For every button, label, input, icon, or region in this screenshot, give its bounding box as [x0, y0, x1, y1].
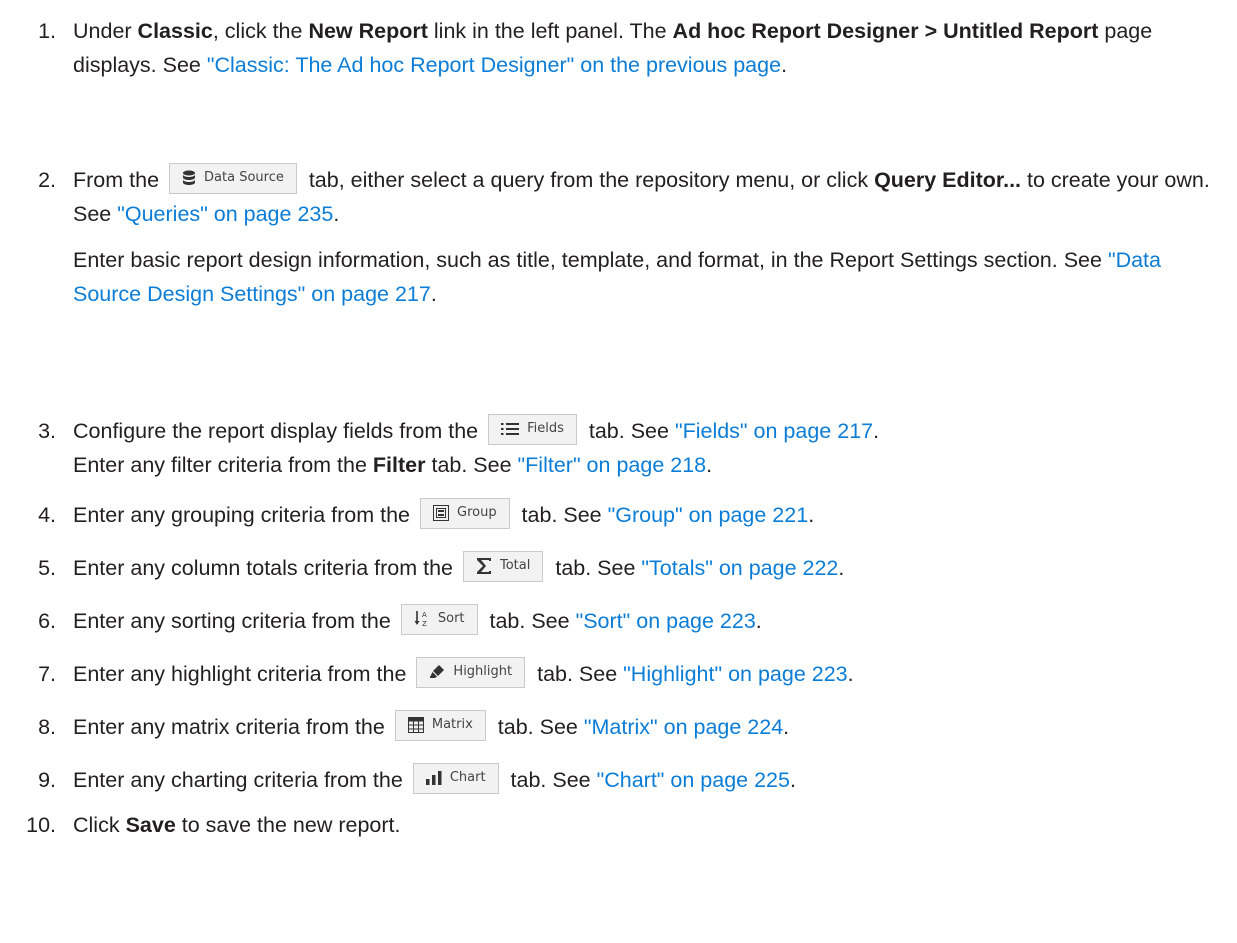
- tab-data-source[interactable]: Data Source: [169, 162, 297, 194]
- matrix-icon: [407, 717, 424, 734]
- tab-group[interactable]: Group: [420, 497, 510, 529]
- step-number: 4.: [38, 503, 56, 527]
- step-number: 10.: [26, 813, 56, 837]
- step-2-paragraph: Enter basic report design information, s…: [73, 248, 1161, 306]
- step-text: Enter any matrix criteria from the Matrix…: [73, 709, 1215, 744]
- link-queries[interactable]: "Queries" on page 235: [117, 202, 333, 226]
- link-chart[interactable]: "Chart" on page 225: [597, 768, 790, 792]
- link-fields[interactable]: "Fields" on page 217: [675, 419, 873, 443]
- tab-total[interactable]: Total: [463, 550, 544, 582]
- sort-az-icon: AZ: [414, 611, 427, 628]
- step-number: 1.: [38, 19, 56, 43]
- classic-label: Classic: [137, 19, 213, 43]
- list-icon: [501, 423, 520, 436]
- step-number: 6.: [38, 609, 56, 633]
- step-number: 7.: [38, 662, 56, 686]
- step-number: 2.: [38, 168, 56, 192]
- step-text: From the Data Source tab, either select a…: [73, 162, 1215, 311]
- step-text: Enter any sorting criteria from the A Z Sor…: [73, 603, 1215, 638]
- link-filter[interactable]: "Filter" on page 218: [518, 453, 707, 477]
- sigma-icon: [477, 558, 491, 575]
- designer-page-label: Ad hoc Report Designer > Untitled Report: [672, 19, 1099, 43]
- step-text: Enter any highlight criteria from the Hig…: [73, 656, 1215, 691]
- step-text: Configure the report display fields from…: [73, 413, 1215, 482]
- group-icon: [433, 505, 449, 522]
- tab-chart[interactable]: Chart: [412, 762, 499, 794]
- link-highlight[interactable]: "Highlight" on page 223: [623, 662, 847, 686]
- database-icon: [183, 170, 196, 186]
- svg-text:A: A: [422, 611, 427, 619]
- link-classic-designer[interactable]: "Classic: The Ad hoc Report Designer" on…: [207, 53, 781, 77]
- step-text: Under Classic, click the New Report link…: [73, 19, 1153, 77]
- step-number: 8.: [38, 715, 56, 739]
- step-text: Enter any column totals criteria from th…: [73, 550, 1215, 585]
- step-text: Enter any charting criteria from the Char…: [73, 762, 1215, 797]
- tab-matrix[interactable]: Matrix: [394, 709, 486, 741]
- link-matrix[interactable]: "Matrix" on page 224: [584, 715, 783, 739]
- tab-sort[interactable]: A Z Sort: [400, 603, 478, 635]
- step-text: Click Save to save the new report.: [73, 813, 401, 837]
- svg-text:Z: Z: [422, 620, 427, 628]
- highlighter-icon: [430, 665, 445, 679]
- tab-fields[interactable]: Fields: [488, 413, 577, 445]
- link-totals[interactable]: "Totals" on page 222: [641, 556, 838, 580]
- step-text: Enter any grouping criteria from the Grou…: [73, 497, 1215, 532]
- query-editor-label: Query Editor...: [874, 168, 1022, 192]
- step-number: 3.: [38, 419, 56, 443]
- bar-chart-icon: [425, 771, 442, 786]
- link-group[interactable]: "Group" on page 221: [608, 503, 809, 527]
- tab-highlight[interactable]: Highlight: [416, 656, 526, 688]
- save-label: Save: [125, 813, 176, 837]
- filter-label: Filter: [372, 453, 426, 477]
- link-sort[interactable]: "Sort" on page 223: [576, 609, 756, 633]
- new-report-label: New Report: [308, 19, 428, 43]
- step-number: 9.: [38, 768, 56, 792]
- step-number: 5.: [38, 556, 56, 580]
